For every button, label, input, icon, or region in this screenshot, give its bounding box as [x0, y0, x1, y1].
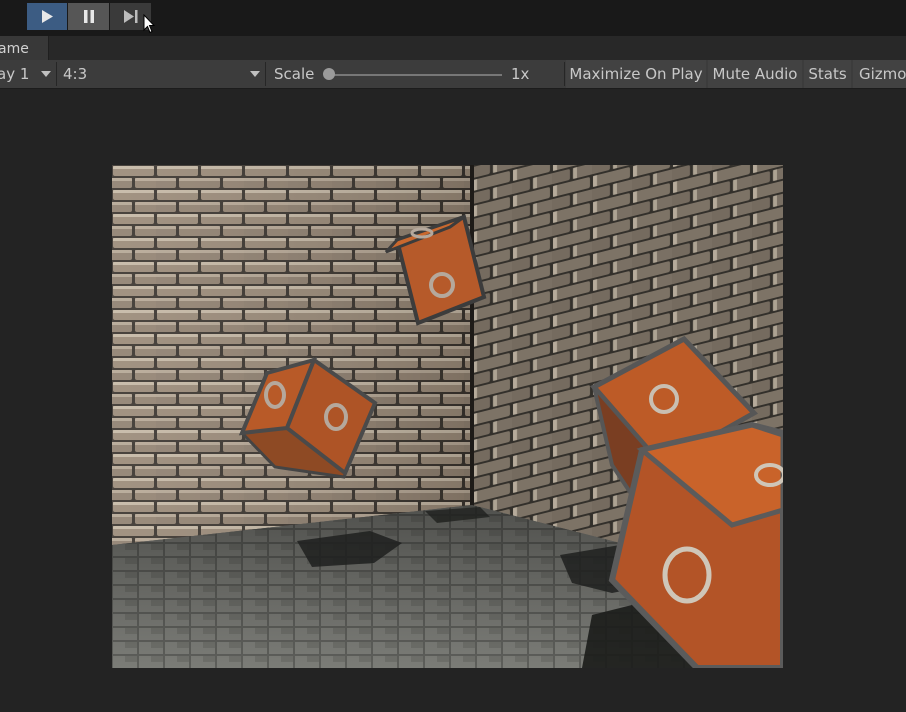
maximize-on-play-button[interactable]: Maximize On Play: [566, 60, 706, 88]
game-scene-render: [112, 165, 783, 668]
game-viewport[interactable]: [112, 165, 783, 668]
aspect-dropdown[interactable]: 4:3: [57, 60, 265, 88]
scale-slider-track[interactable]: [326, 74, 502, 76]
display-chevron-down-icon: [41, 71, 51, 77]
tab-strip: ame: [0, 36, 906, 60]
gizmos-button[interactable]: Gizmo: [853, 60, 906, 88]
pause-button[interactable]: [68, 3, 109, 30]
mute-audio-button[interactable]: Mute Audio: [708, 60, 802, 88]
tab-game-label: ame: [0, 41, 29, 57]
display-dropdown-label: ay 1: [0, 65, 30, 83]
game-view-toolbar: ay 1 4:3 Scale 1x Maximize On Play Mute …: [0, 60, 906, 89]
maximize-on-play-label: Maximize On Play: [569, 65, 703, 83]
aspect-dropdown-label: 4:3: [63, 65, 88, 83]
aspect-chevron-down-icon: [250, 71, 260, 77]
stats-label: Stats: [808, 65, 847, 83]
scale-slider-thumb[interactable]: [323, 68, 335, 80]
play-button[interactable]: [27, 3, 67, 30]
play-mode-bar: [0, 0, 906, 36]
gizmos-label: Gizmo: [859, 65, 906, 83]
play-icon: [42, 10, 53, 23]
pause-icon: [83, 10, 94, 23]
mute-audio-label: Mute Audio: [712, 65, 798, 83]
display-dropdown[interactable]: ay 1: [0, 60, 56, 88]
step-forward-icon: [123, 10, 137, 23]
scale-label: Scale: [274, 65, 315, 83]
tab-game[interactable]: ame: [0, 36, 49, 60]
mouse-cursor-icon: [143, 14, 155, 34]
scale-value: 1x: [511, 65, 530, 83]
stats-button[interactable]: Stats: [804, 60, 851, 88]
